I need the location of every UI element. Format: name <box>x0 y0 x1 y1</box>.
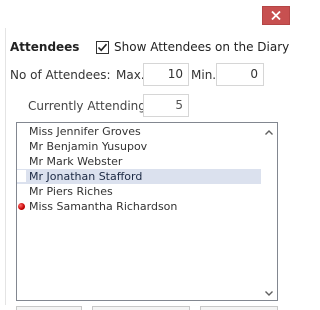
chevron-down-icon <box>265 290 273 296</box>
list-item[interactable]: Mr Piers Riches <box>17 184 261 199</box>
bottom-button-stub[interactable] <box>200 306 278 310</box>
attendee-name: Mr Jonathan Stafford <box>29 170 143 183</box>
list-item[interactable]: Mr Mark Webster <box>17 154 261 169</box>
selection-marker <box>17 170 26 182</box>
attendees-dialog: Attendees Show Attendees on the Diary No… <box>0 0 301 310</box>
red-dot-icon <box>18 203 25 210</box>
close-icon <box>271 11 281 20</box>
attendee-name: Miss Jennifer Groves <box>29 125 141 138</box>
no-of-attendees-label: No of Attendees: <box>10 68 111 82</box>
attendee-name: Miss Samantha Richardson <box>29 200 178 213</box>
bottom-button-stub[interactable] <box>16 306 82 310</box>
list-item-selected[interactable]: Mr Jonathan Stafford <box>17 169 261 184</box>
close-button[interactable] <box>262 6 290 25</box>
currently-attending-label: Currently Attending <box>28 99 146 113</box>
attendees-heading: Attendees <box>10 40 80 54</box>
list-item[interactable]: Miss Samantha Richardson <box>17 199 261 214</box>
max-label: Max. <box>116 68 145 82</box>
checkmark-icon <box>97 43 108 52</box>
bottom-button-stub[interactable] <box>92 306 190 310</box>
attendees-list-items: Miss Jennifer Groves Mr Benjamin Yusupov… <box>17 124 261 214</box>
attendee-name: Mr Mark Webster <box>29 155 123 168</box>
title-bar <box>0 0 301 28</box>
attendee-name: Mr Benjamin Yusupov <box>29 140 148 153</box>
list-item[interactable]: Mr Benjamin Yusupov <box>17 139 261 154</box>
list-item[interactable]: Miss Jennifer Groves <box>17 124 261 139</box>
max-attendees-input[interactable]: 10 <box>143 63 189 86</box>
currently-attending-value: 5 <box>143 94 189 117</box>
scroll-down-button[interactable] <box>261 286 277 300</box>
show-on-diary-label[interactable]: Show Attendees on the Diary <box>114 40 289 54</box>
show-on-diary-checkbox[interactable] <box>96 41 109 54</box>
chevron-up-icon <box>265 129 273 135</box>
attendee-name: Mr Piers Riches <box>29 185 113 198</box>
min-label: Min. <box>191 68 217 82</box>
scroll-up-button[interactable] <box>261 125 277 139</box>
list-scrollbar[interactable] <box>261 123 277 300</box>
attendees-list[interactable]: Miss Jennifer Groves Mr Benjamin Yusupov… <box>16 122 278 301</box>
min-attendees-input[interactable]: 0 <box>216 63 264 86</box>
